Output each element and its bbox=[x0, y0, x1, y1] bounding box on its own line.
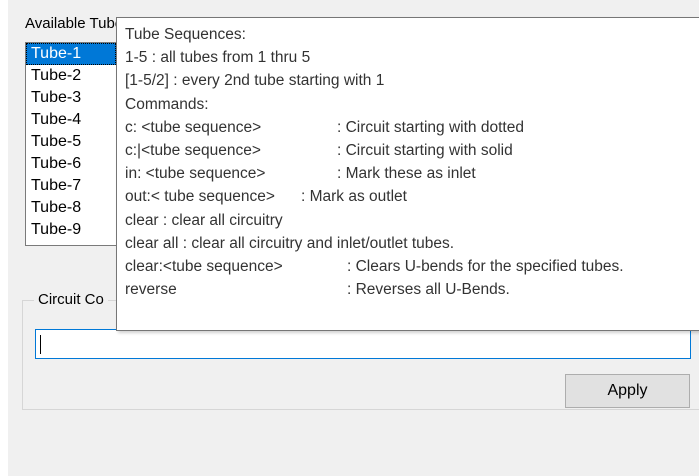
tube-list-item[interactable]: Tube-1 bbox=[26, 43, 116, 65]
tooltip-command: out:< tube sequence> bbox=[125, 188, 275, 206]
tooltip-description: : Clears U-bends for the specified tubes… bbox=[347, 257, 624, 275]
tooltip-line: clear : clear all circuitry bbox=[125, 209, 699, 232]
tube-list-item[interactable]: Tube-5 bbox=[26, 131, 116, 153]
tube-list-item[interactable]: Tube-7 bbox=[26, 175, 116, 197]
tooltip-command: c:|<tube sequence> bbox=[125, 141, 261, 159]
tooltip-line: 1-5 : all tubes from 1 thru 5 bbox=[125, 46, 699, 69]
tooltip-command: in: <tube sequence> bbox=[125, 165, 266, 183]
tooltip-text: 1-5 : all tubes from 1 thru 5 bbox=[125, 49, 311, 67]
tube-list-item[interactable]: Tube-2 bbox=[26, 65, 116, 87]
text-caret bbox=[40, 335, 41, 354]
tooltip-command-line: c: <tube sequence> : Circuit starting wit… bbox=[125, 116, 699, 139]
tooltip-description: : Circuit starting with solid bbox=[337, 141, 513, 159]
tooltip-heading-sequences: Tube Sequences: bbox=[125, 23, 699, 46]
circuit-command-input[interactable] bbox=[35, 329, 691, 359]
tube-listbox[interactable]: Tube-1 Tube-2 Tube-3 Tube-4 Tube-5 Tube-… bbox=[25, 42, 117, 246]
tooltip-description: : Reverses all U-Bends. bbox=[347, 281, 510, 299]
apply-button[interactable]: Apply bbox=[565, 374, 690, 408]
tooltip-text: Tube Sequences: bbox=[125, 26, 246, 43]
tube-list-item[interactable]: Tube-4 bbox=[26, 109, 116, 131]
tooltip-description: : Mark as outlet bbox=[301, 188, 407, 206]
tooltip-command-line: c:|<tube sequence> : Circuit starting wit… bbox=[125, 139, 699, 162]
tooltip-command-line: in: <tube sequence> : Mark these as inlet bbox=[125, 162, 699, 185]
tooltip-command-line: out:< tube sequence> : Mark as outlet bbox=[125, 185, 699, 208]
tube-list-item[interactable]: Tube-8 bbox=[26, 197, 116, 219]
tooltip-text: Commands: bbox=[125, 95, 209, 113]
tooltip-command: c: <tube sequence> bbox=[125, 118, 262, 136]
tooltip-line: clear all : clear all circuitry and inle… bbox=[125, 232, 699, 255]
tooltip-description: : Circuit starting with dotted bbox=[337, 118, 524, 136]
tooltip-command: clear:<tube sequence> bbox=[125, 257, 283, 275]
tube-list-item[interactable]: Tube-6 bbox=[26, 153, 116, 175]
command-help-tooltip: Tube Sequences: 1-5 : all tubes from 1 t… bbox=[116, 17, 699, 331]
tube-list-item[interactable]: Tube-9 bbox=[26, 219, 116, 241]
tooltip-text: [1-5/2] : every 2nd tube starting with 1 bbox=[125, 72, 385, 90]
tooltip-text: clear all : clear all circuitry and inle… bbox=[125, 234, 455, 252]
tooltip-command-line: clear:<tube sequence> : Clears U-bends fo… bbox=[125, 255, 699, 278]
available-tubes-label: Available Tubes bbox=[25, 15, 131, 32]
tube-list-item[interactable]: Tube-3 bbox=[26, 87, 116, 109]
tooltip-line: [1-5/2] : every 2nd tube starting with 1 bbox=[125, 69, 699, 92]
tooltip-text: clear : clear all circuitry bbox=[125, 211, 283, 229]
tooltip-description: : Mark these as inlet bbox=[337, 165, 476, 183]
tooltip-heading-commands: Commands: bbox=[125, 93, 699, 116]
tooltip-command: reverse bbox=[125, 281, 177, 299]
circuit-command-group-label: Circuit Co bbox=[34, 291, 108, 308]
tooltip-command-line: reverse : Reverses all U-Bends. bbox=[125, 278, 699, 301]
